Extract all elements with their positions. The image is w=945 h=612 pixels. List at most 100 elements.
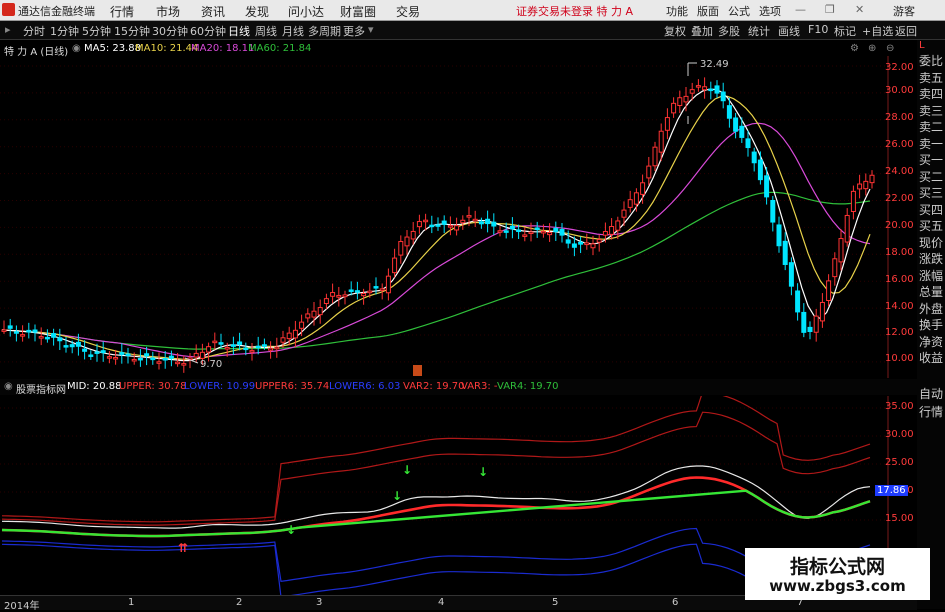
candle-body [702, 86, 708, 91]
current-indicator-value: 17.86 [875, 485, 908, 496]
time-tick: 6 [672, 597, 679, 608]
period-tab-30min[interactable]: 30分钟 [152, 23, 188, 39]
green-arrow-icon: ↓ [478, 465, 488, 479]
panel-tab[interactable]: 自动 [919, 385, 943, 402]
period-tab-5min[interactable]: 5分钟 [82, 23, 111, 39]
tool-mark[interactable]: 标记 [834, 23, 856, 39]
candle-body [26, 329, 32, 333]
quote-field-label: 买四 [919, 202, 944, 217]
time-tick: 3 [316, 597, 323, 608]
candle-body [609, 226, 615, 235]
tool-stats[interactable]: 统计 [748, 23, 770, 39]
quote-field-label: 卖五 [919, 70, 944, 85]
menu-formula[interactable]: 公式 [728, 3, 750, 19]
tool-f10[interactable]: F10 [808, 23, 828, 36]
candle-body [441, 220, 447, 225]
candle-body [106, 356, 112, 359]
candle-body [429, 224, 435, 228]
price-axis: 32.00 30.00 28.00 26.00 24.00 22.00 20.0… [858, 56, 916, 378]
tool-multi-stock[interactable]: 多股 [718, 23, 740, 39]
close-icon[interactable]: ✕ [855, 3, 864, 16]
indicator-tick: 15.00 [885, 513, 914, 524]
price-tick: 12.00 [885, 327, 914, 338]
period-tab-1min[interactable]: 1分钟 [50, 23, 79, 39]
legend-upper: UPPER: 30.78 [119, 381, 187, 392]
high-label: 32.49 [700, 59, 729, 70]
candle-body [491, 221, 497, 227]
candle-body [243, 347, 249, 351]
period-tab-weekly[interactable]: 周线 [255, 23, 277, 39]
candle-body [361, 293, 367, 297]
tool-back[interactable]: 返回 [895, 23, 917, 39]
candle-body [44, 336, 50, 340]
candle-body [51, 333, 57, 338]
period-tab-intraday[interactable]: 分时 [23, 23, 45, 39]
watermark-url: www.zbgs3.com [769, 577, 906, 595]
level-icon[interactable]: L [919, 40, 925, 51]
menu-layout[interactable]: 版面 [697, 3, 719, 19]
tool-adjust[interactable]: 复权 [664, 23, 686, 39]
signal-arrows: ⇈ ↓ ↓ ↓ ↓ [178, 463, 488, 555]
candle-body [261, 344, 267, 347]
tool-add-watchlist[interactable]: +自选 [862, 23, 893, 39]
period-tab-daily[interactable]: 日线 [228, 23, 250, 39]
candle-body [832, 258, 838, 278]
price-tick: 32.00 [885, 62, 914, 73]
candle-body [615, 220, 621, 231]
candle-body [664, 117, 670, 131]
quote-field-label: 外盘 [919, 301, 944, 316]
candlestick-chart[interactable]: 32.49 9.70 [0, 56, 917, 378]
menu-wealth[interactable]: 财富圈 [340, 3, 376, 20]
tool-overlay[interactable]: 叠加 [691, 23, 713, 39]
candle-body [733, 117, 739, 132]
event-marker-icon[interactable] [413, 365, 422, 376]
legend-upper6: UPPER6: 35.74 [255, 381, 330, 392]
candle-body [528, 231, 534, 235]
candle-body [199, 351, 205, 359]
candle-body [838, 238, 844, 263]
panel-tab[interactable]: 行情 [919, 403, 943, 420]
candle-body [404, 236, 410, 247]
candle-body [466, 215, 472, 218]
period-tab-more[interactable]: 更多 [343, 23, 365, 39]
candle-body [844, 214, 850, 243]
menu-quotes[interactable]: 行情 [110, 3, 134, 20]
menu-market[interactable]: 市场 [156, 3, 180, 20]
guest-user[interactable]: 游客 [893, 3, 915, 19]
menu-ask[interactable]: 问小达 [288, 3, 324, 20]
quote-field-label: 总量 [919, 285, 944, 299]
candle-body [230, 344, 236, 347]
indicator-name[interactable]: 股票指标网 [16, 381, 66, 396]
menu-news[interactable]: 资讯 [201, 3, 225, 20]
candle-body [292, 329, 298, 339]
candle-body [100, 350, 106, 354]
menu-trade[interactable]: 交易 [396, 3, 420, 20]
candle-body [162, 358, 168, 361]
candle-body [447, 225, 453, 228]
expand-icon[interactable]: ▸ [5, 23, 11, 36]
zoom-out-icon[interactable]: ⊖ [886, 43, 894, 54]
candle-body [776, 224, 782, 247]
candle-body [720, 91, 726, 102]
candle-body [156, 361, 162, 364]
period-tab-60min[interactable]: 60分钟 [190, 23, 226, 39]
candle-body [224, 347, 230, 350]
period-tab-15min[interactable]: 15分钟 [114, 23, 150, 39]
candle-body [658, 130, 664, 153]
restore-icon[interactable]: ❐ [825, 3, 835, 16]
candle-body [218, 342, 224, 345]
candle-body [708, 88, 714, 92]
tool-draw[interactable]: 画线 [778, 23, 800, 39]
candle-body [336, 294, 342, 298]
quote-field-label: 收益 [919, 351, 944, 365]
menu-options[interactable]: 选项 [759, 3, 781, 19]
zoom-in-icon[interactable]: ⊕ [868, 43, 876, 54]
more-dropdown-icon[interactable]: ▾ [368, 23, 374, 36]
settings-icon[interactable]: ⚙ [850, 43, 859, 54]
menu-function[interactable]: 功能 [666, 3, 688, 19]
period-tab-monthly[interactable]: 月线 [282, 23, 304, 39]
menu-discover[interactable]: 发现 [245, 3, 269, 20]
minimize-icon[interactable]: — [795, 3, 806, 16]
period-tab-multi[interactable]: 多周期 [308, 23, 341, 39]
legend-var3: VAR3: - [461, 381, 498, 392]
